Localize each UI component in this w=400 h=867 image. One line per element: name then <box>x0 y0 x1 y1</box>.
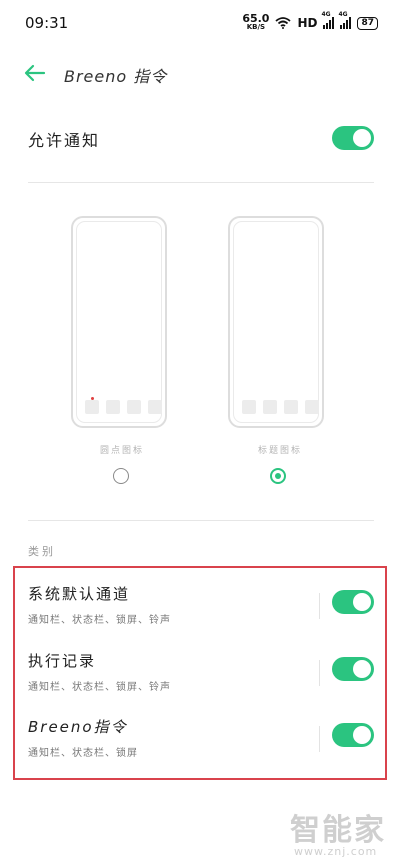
network-speed: 65.0 KB/S <box>242 12 270 32</box>
category-subtitle: 通知栏、状态栏、锁屏 <box>28 748 138 759</box>
category-toggle-system-default[interactable] <box>332 590 374 614</box>
header: Breeno 指令 <box>0 50 400 98</box>
signal-icon-2: 4G <box>338 11 352 29</box>
row-separator <box>319 726 320 752</box>
category-title: 系统默认通道 <box>28 585 131 603</box>
signal-1-label: 4G <box>321 11 331 18</box>
signal-icon-1: 4G <box>321 11 335 29</box>
category-toggle-execution-log[interactable] <box>332 657 374 681</box>
row-separator <box>319 593 320 619</box>
wifi-icon <box>275 17 292 29</box>
style-option-dot-caption: 圆点图标 <box>100 446 145 456</box>
category-title: 执行记录 <box>28 652 97 670</box>
style-option-dot-preview[interactable] <box>71 216 167 428</box>
watermark-brand: 智能家 <box>290 813 386 848</box>
divider-middle <box>28 520 374 521</box>
style-option-title-radio[interactable] <box>270 468 286 484</box>
status-time: 09:31 <box>25 14 69 32</box>
category-title: Breeno指令 <box>28 718 128 736</box>
status-icons: 65.0 KB/S HD 4G 4G 87 <box>242 11 378 32</box>
dock-icons <box>85 397 162 414</box>
category-row-system-default[interactable]: 系统默认通道 通知栏、状态栏、锁屏、铃声 <box>0 583 400 643</box>
style-option-title-caption: 标题图标 <box>258 446 303 456</box>
network-speed-unit: KB/S <box>246 23 266 31</box>
row-separator <box>319 660 320 686</box>
back-arrow-icon[interactable] <box>22 60 48 86</box>
style-option-title-preview[interactable] <box>228 216 324 428</box>
category-toggle-breeno-commands[interactable] <box>332 723 374 747</box>
network-speed-value: 65.0 <box>242 12 270 25</box>
page-title: Breeno 指令 <box>64 67 168 86</box>
signal-2-label: 4G <box>338 11 348 18</box>
watermark: 智能家 www.znj.com <box>290 805 386 858</box>
divider-top <box>28 182 374 183</box>
battery-icon: 87 <box>357 16 378 30</box>
category-subtitle: 通知栏、状态栏、锁屏、铃声 <box>28 615 171 626</box>
allow-notifications-label: 允许通知 <box>28 131 101 150</box>
style-option-dot-radio[interactable] <box>113 468 129 484</box>
hd-badge: HD <box>297 16 318 30</box>
category-row-execution-log[interactable]: 执行记录 通知栏、状态栏、锁屏、铃声 <box>0 650 400 710</box>
allow-notifications-row[interactable]: 允许通知 <box>0 112 400 164</box>
dock-icons <box>242 400 319 414</box>
red-dot-badge <box>91 397 94 400</box>
categories-section-label: 类别 <box>28 545 56 558</box>
allow-notifications-toggle[interactable] <box>332 126 374 150</box>
category-row-breeno-commands[interactable]: Breeno指令 通知栏、状态栏、锁屏 <box>0 716 400 776</box>
category-subtitle: 通知栏、状态栏、锁屏、铃声 <box>28 682 171 693</box>
watermark-url: www.znj.com <box>294 845 378 858</box>
status-bar: 09:31 65.0 KB/S HD 4G 4G 87 <box>0 0 400 48</box>
